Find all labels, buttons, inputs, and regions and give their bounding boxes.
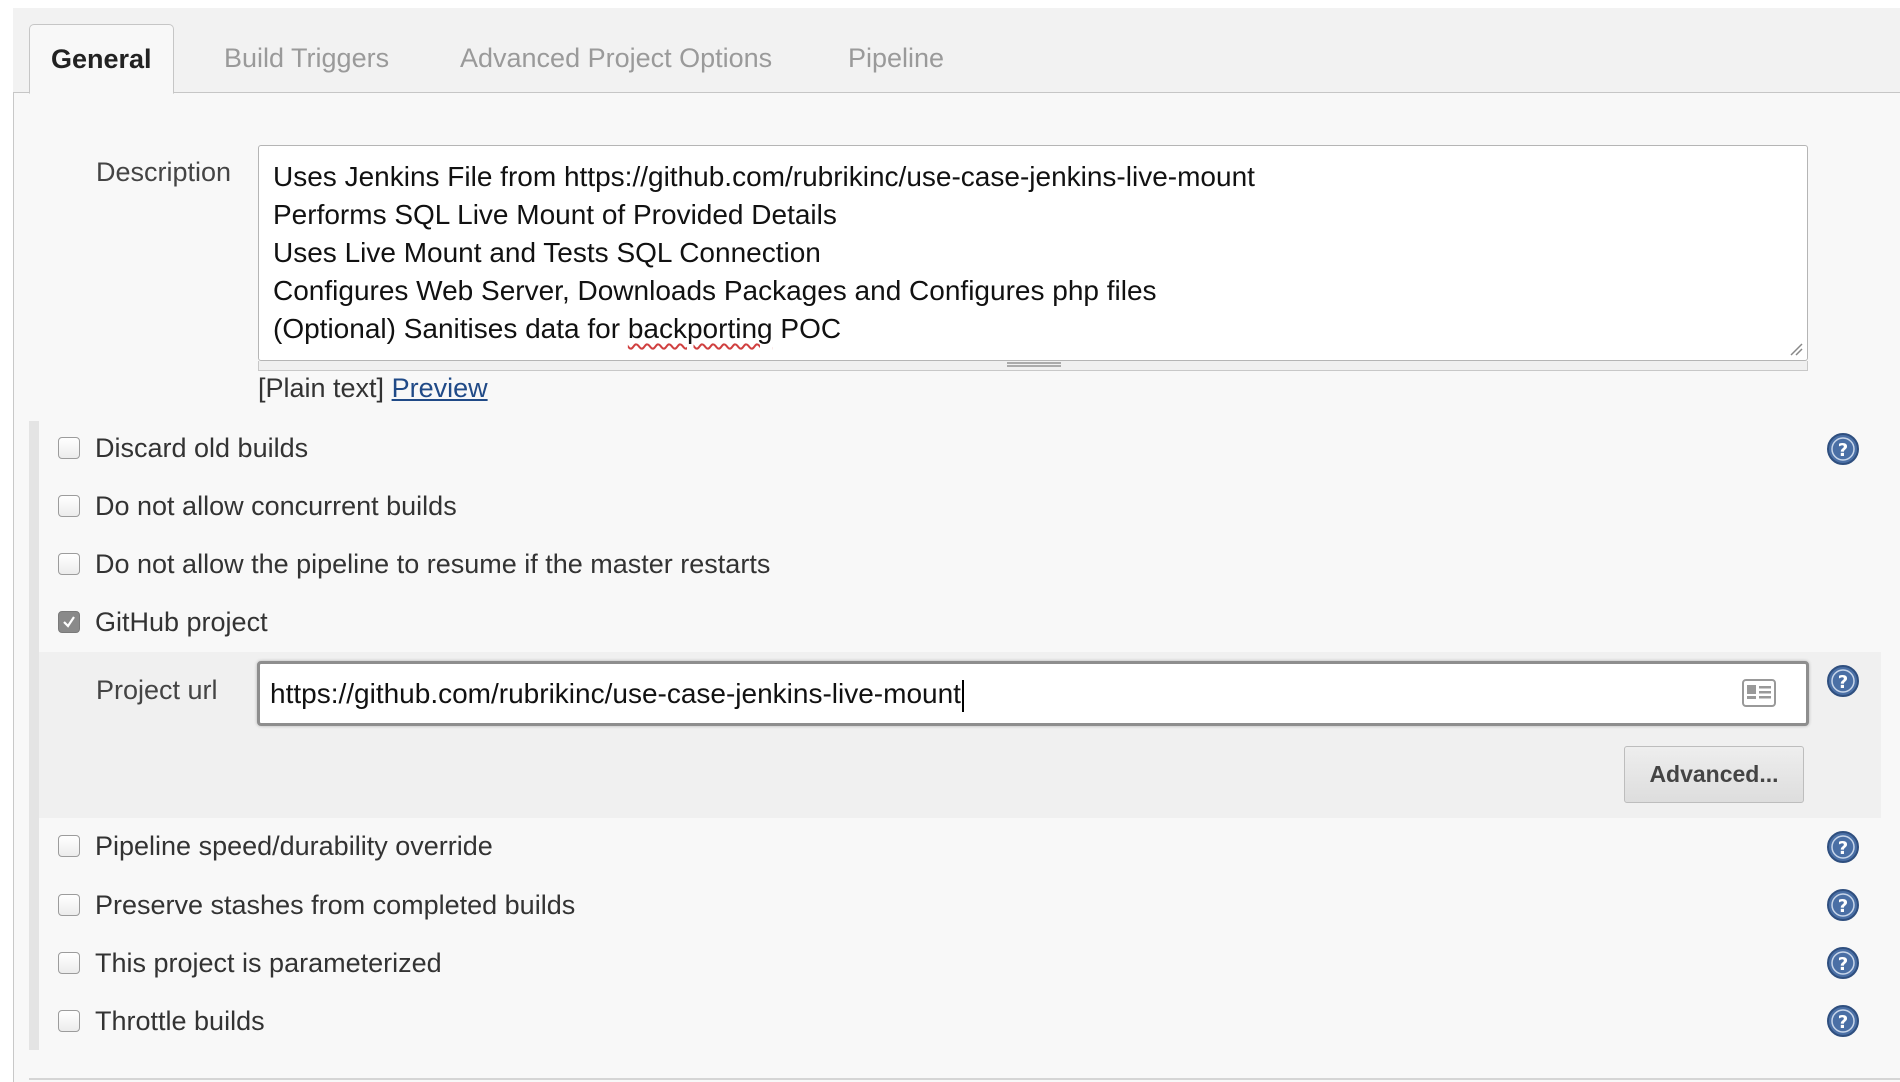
description-line: (Optional) Sanitises data for backportin… <box>273 310 1793 348</box>
textarea-resize-bar[interactable] <box>258 361 1808 371</box>
tab-pipeline[interactable]: Pipeline <box>848 8 944 93</box>
svg-text:?: ? <box>1838 954 1848 975</box>
option-github-project: GitHub project <box>58 602 268 642</box>
tab-general[interactable]: General <box>29 24 174 94</box>
help-icon[interactable]: ? <box>1826 432 1860 466</box>
option-label: Discard old builds <box>95 432 309 463</box>
preview-link[interactable]: Preview <box>392 373 488 403</box>
preserve-stashes-checkbox[interactable] <box>58 894 80 916</box>
tab-build-triggers[interactable]: Build Triggers <box>224 8 389 93</box>
description-line: Uses Live Mount and Tests SQL Connection <box>273 237 821 268</box>
option-throttle-builds: Throttle builds <box>58 1001 265 1041</box>
description-line: Configures Web Server, Downloads Package… <box>273 275 1157 306</box>
checkmark-icon <box>63 616 75 628</box>
address-card-icon[interactable] <box>1742 678 1776 708</box>
description-line: Performs SQL Live Mount of Provided Deta… <box>273 199 837 230</box>
project-url-value: https://github.com/rubrikinc/use-case-je… <box>270 678 961 709</box>
resize-grip-icon[interactable] <box>1007 362 1061 367</box>
github-project-checkbox[interactable] <box>58 611 80 633</box>
no-concurrent-builds-checkbox[interactable] <box>58 495 80 517</box>
svg-text:?: ? <box>1838 440 1848 461</box>
option-label: GitHub project <box>95 606 268 637</box>
text-format-row: [Plain text] Preview <box>258 373 488 404</box>
help-icon[interactable]: ? <box>1826 946 1860 980</box>
option-label: Do not allow the pipeline to resume if t… <box>95 548 771 579</box>
option-parameterized: This project is parameterized <box>58 943 442 983</box>
discard-old-builds-checkbox[interactable] <box>58 437 80 459</box>
option-preserve-stashes: Preserve stashes from completed builds <box>58 885 575 925</box>
option-durability-override: Pipeline speed/durability override <box>58 826 493 866</box>
tab-bar: General Build Triggers Advanced Project … <box>13 8 1900 94</box>
help-icon[interactable]: ? <box>1826 1004 1860 1038</box>
option-discard-old-builds: Discard old builds <box>58 428 308 468</box>
resize-corner-icon[interactable] <box>1789 342 1803 356</box>
plain-text-label: [Plain text] <box>258 373 385 403</box>
help-icon[interactable]: ? <box>1826 664 1860 698</box>
advanced-button[interactable]: Advanced... <box>1624 746 1804 803</box>
description-line-suffix: POC <box>772 313 842 344</box>
tab-advanced-project-options[interactable]: Advanced Project Options <box>460 8 772 93</box>
help-icon[interactable]: ? <box>1826 888 1860 922</box>
no-resume-checkbox[interactable] <box>58 553 80 575</box>
section-divider <box>29 1078 1900 1080</box>
svg-text:?: ? <box>1838 1012 1848 1033</box>
description-label: Description <box>96 157 232 187</box>
svg-text:?: ? <box>1838 896 1848 917</box>
description-textarea[interactable]: Uses Jenkins File from https://github.co… <box>258 145 1808 361</box>
option-label: Throttle builds <box>95 1005 265 1036</box>
option-label: Do not allow concurrent builds <box>95 490 457 521</box>
option-no-resume: Do not allow the pipeline to resume if t… <box>58 544 770 584</box>
project-url-input[interactable]: https://github.com/rubrikinc/use-case-je… <box>257 661 1809 726</box>
option-label: This project is parameterized <box>95 947 442 978</box>
svg-text:?: ? <box>1838 672 1848 693</box>
jenkins-config-page: General Build Triggers Advanced Project … <box>0 0 1900 1082</box>
svg-text:?: ? <box>1838 838 1848 859</box>
project-url-label: Project url <box>96 675 218 705</box>
text-caret <box>961 679 964 712</box>
durability-override-checkbox[interactable] <box>58 835 80 857</box>
option-label: Pipeline speed/durability override <box>95 830 493 861</box>
misspelled-word: backporting <box>627 313 773 344</box>
option-label: Preserve stashes from completed builds <box>95 889 576 920</box>
throttle-builds-checkbox[interactable] <box>58 1010 80 1032</box>
parameterized-checkbox[interactable] <box>58 952 80 974</box>
description-line-prefix: (Optional) Sanitises data for <box>273 313 628 344</box>
option-no-concurrent-builds: Do not allow concurrent builds <box>58 486 457 526</box>
section-indicator-bar <box>29 421 39 1050</box>
description-line: Uses Jenkins File from https://github.co… <box>273 161 1255 192</box>
help-icon[interactable]: ? <box>1826 830 1860 864</box>
